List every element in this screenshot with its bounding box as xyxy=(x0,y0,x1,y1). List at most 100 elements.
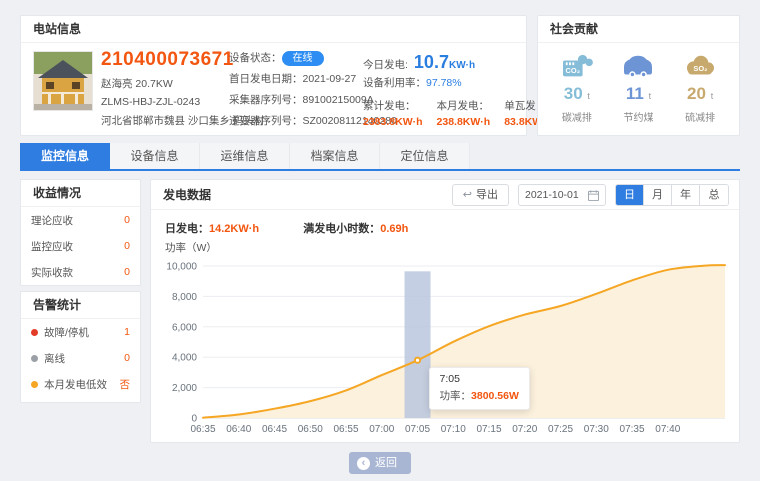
tooltip-time: 7:05 xyxy=(440,373,519,385)
chart-tooltip: 7:05 功率：3800.56W xyxy=(429,367,530,410)
coal-number: 11 xyxy=(626,84,644,103)
date-value: 2021-10-01 xyxy=(525,185,579,205)
back-button-label: 返回 xyxy=(375,452,397,474)
svg-text:06:40: 06:40 xyxy=(226,424,251,435)
collector-row: 采集器序列号：89100215009A xyxy=(229,93,369,108)
calendar-icon xyxy=(588,190,599,201)
so2-unit: t xyxy=(711,91,714,101)
svg-text:07:40: 07:40 xyxy=(655,424,680,435)
station-owner: 赵海亮 20.7KW xyxy=(101,76,229,91)
row-value: 0 xyxy=(124,266,130,278)
row-label-wrap: 本月发电低效 xyxy=(31,377,107,392)
row-label: 理论应收 xyxy=(31,213,73,228)
fault-status-dot xyxy=(31,329,38,336)
tab-archive-info[interactable]: 档案信息 xyxy=(290,143,380,169)
collector-label: 采集器序列号： xyxy=(229,94,303,106)
svg-text:0: 0 xyxy=(191,414,197,425)
station-info-panel: 电站信息 210400073671 赵海亮 20.7KW ZLMS-HBJ-ZJ… xyxy=(20,15,527,136)
coal-unit: t xyxy=(649,91,652,101)
full-hours-value: 0.69h xyxy=(380,223,408,235)
tab-monitoring-info[interactable]: 监控信息 xyxy=(20,143,110,169)
svg-text:4,000: 4,000 xyxy=(172,353,197,364)
row-label: 监控应收 xyxy=(31,239,73,254)
svg-text:06:35: 06:35 xyxy=(190,424,215,435)
date-picker[interactable]: 2021-10-01 xyxy=(518,184,606,206)
tab-location-info[interactable]: 定位信息 xyxy=(380,143,470,169)
station-photo xyxy=(33,51,93,111)
range-year-button[interactable]: 年 xyxy=(672,185,700,206)
social-contribution-panel: 社会贡献 CO₂ 30 t 碳减排 11 t 节约煤 xyxy=(537,15,740,136)
daily-generation-value: 14.2KW·h xyxy=(209,223,259,235)
status-badge: 在线 xyxy=(282,51,324,66)
today-generation-value: 10.7 xyxy=(414,52,449,72)
svg-text:07:05: 07:05 xyxy=(405,424,430,435)
svg-text:07:00: 07:00 xyxy=(369,424,394,435)
export-button[interactable]: ↩导出 xyxy=(452,184,509,206)
back-button[interactable]: ‹ 返回 xyxy=(349,452,411,474)
row-label-wrap: 故障/停机 xyxy=(31,325,89,340)
revenue-row-theoretical: 理论应收0 xyxy=(21,207,140,233)
range-total-button[interactable]: 总 xyxy=(700,185,728,206)
month-generation: 本月发电： 238.8KW·h xyxy=(437,98,491,128)
range-day-button[interactable]: 日 xyxy=(616,185,644,206)
so2-number: 20 xyxy=(687,84,706,103)
row-label: 本月发电低效 xyxy=(44,379,107,391)
co2-emission-icon: CO₂ xyxy=(560,53,594,81)
row-label: 离线 xyxy=(44,353,65,365)
co2-unit: t xyxy=(587,91,590,101)
utilization-label: 设备利用率： xyxy=(363,77,426,89)
alarm-stats-panel: 告警统计 故障/停机 1 离线 0 本月发电低效 否 xyxy=(20,291,141,403)
row-value: 否 xyxy=(120,377,131,392)
tab-device-info[interactable]: 设备信息 xyxy=(110,143,200,169)
first-gen-label: 首日发电日期： xyxy=(229,73,303,85)
row-value: 1 xyxy=(124,326,130,338)
co2-number: 30 xyxy=(564,84,583,103)
svg-text:06:45: 06:45 xyxy=(262,424,287,435)
utilization-value: 97.78% xyxy=(426,77,462,89)
co2-reduction-item: CO₂ 30 t 碳减排 xyxy=(560,53,594,124)
alarm-panel-title: 告警统计 xyxy=(21,292,140,319)
station-code: ZLMS-HBJ-ZJL-0243 xyxy=(101,96,229,108)
offline-status-dot xyxy=(31,355,38,362)
month-generation-label: 本月发电： xyxy=(437,98,491,113)
svg-text:CO₂: CO₂ xyxy=(565,66,580,75)
back-arrow-icon: ‹ xyxy=(357,457,370,470)
svg-text:07:20: 07:20 xyxy=(512,424,537,435)
low-efficiency-status-dot xyxy=(31,381,38,388)
device-status-label: 设备状态： xyxy=(229,52,282,64)
today-generation-unit: KW·h xyxy=(449,60,475,71)
inverter-label: 逆变器序列号： xyxy=(229,115,303,127)
svg-text:07:30: 07:30 xyxy=(584,424,609,435)
coal-truck-icon xyxy=(621,53,655,81)
device-status-row: 设备状态：在线 xyxy=(229,51,369,66)
utilization: 设备利用率：97.78% xyxy=(363,75,521,90)
tab-operation-info[interactable]: 运维信息 xyxy=(200,143,290,169)
range-button-group: 日 月 年 总 xyxy=(615,184,729,206)
so2-value: 20 t xyxy=(683,84,717,104)
station-panel-title: 电站信息 xyxy=(21,16,526,43)
row-value: 0 xyxy=(124,240,130,252)
svg-text:06:50: 06:50 xyxy=(298,424,323,435)
total-generation-label: 累计发电： xyxy=(363,98,423,113)
row-value: 0 xyxy=(124,352,130,364)
alarm-row-fault: 故障/停机 1 xyxy=(21,319,140,345)
co2-label: 碳减排 xyxy=(560,109,594,124)
range-month-button[interactable]: 月 xyxy=(644,185,672,206)
svg-text:SO₂: SO₂ xyxy=(694,64,708,73)
first-gen-row: 首日发电日期：2021-09-27 xyxy=(229,72,369,87)
today-generation: 今日发电:10.7KW·h xyxy=(363,51,521,73)
svg-text:8,000: 8,000 xyxy=(172,292,197,303)
row-label: 故障/停机 xyxy=(44,327,89,339)
so2-cloud-icon: SO₂ xyxy=(683,53,717,81)
alarm-row-offline: 离线 0 xyxy=(21,345,140,371)
station-id: 210400073671 xyxy=(101,49,229,71)
chart-stats-line: 日发电：14.2KW·h 满发电小时数：0.69h xyxy=(165,220,408,236)
chart-area[interactable]: 02,0004,0006,0008,00010,00006:3506:4006:… xyxy=(159,240,733,438)
daily-generation-label: 日发电： xyxy=(165,223,209,235)
svg-text:06:55: 06:55 xyxy=(333,424,358,435)
coal-value: 11 t xyxy=(621,84,655,104)
alarm-row-low-efficiency: 本月发电低效 否 xyxy=(21,371,140,397)
so2-reduction-item: SO₂ 20 t 硫减排 xyxy=(683,53,717,124)
chart-panel-header: 发电数据 ↩导出 2021-10-01 日 月 年 总 xyxy=(151,180,739,210)
full-hours-label: 满发电小时数： xyxy=(303,223,380,235)
